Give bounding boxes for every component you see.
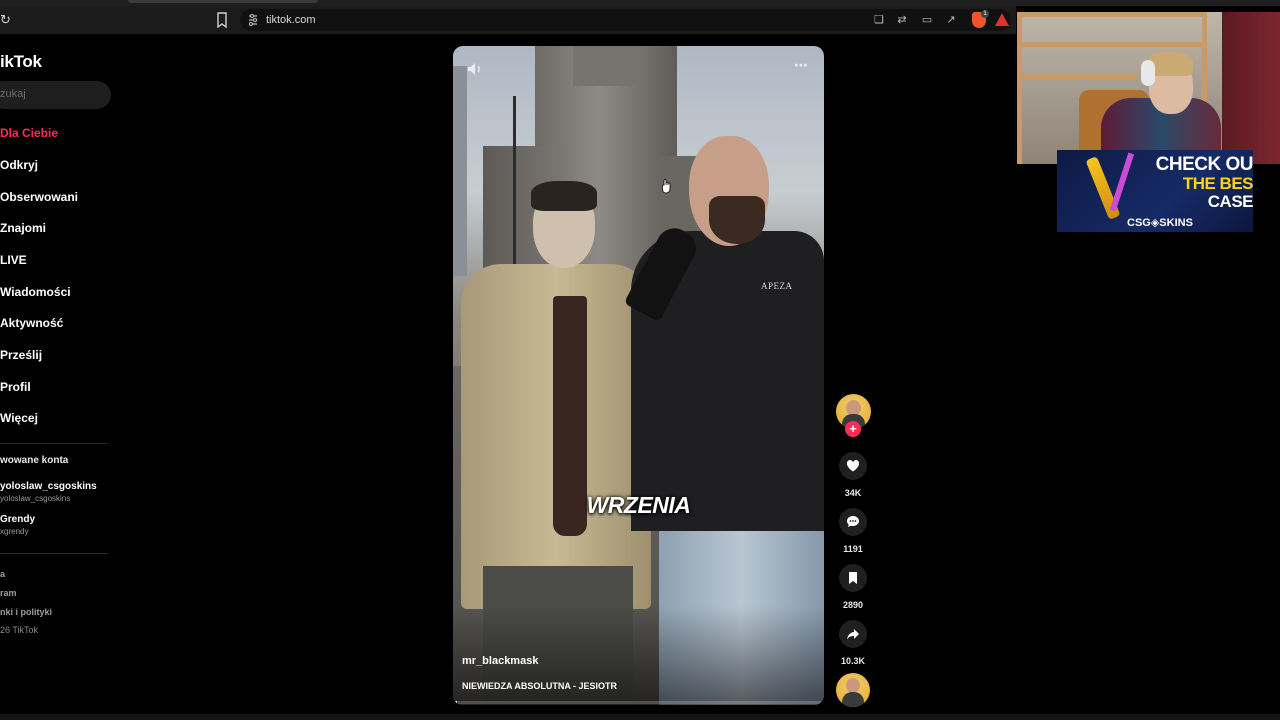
video-player[interactable]: APEZA WRZENIA ⋯ mr_blackmask NIEWIEDZA A… bbox=[453, 46, 824, 705]
video-progress-fill bbox=[453, 701, 457, 704]
followed-account-handle: xgrendy bbox=[0, 527, 29, 536]
follow-button[interactable]: + bbox=[845, 421, 861, 437]
disc-torso bbox=[842, 692, 864, 707]
ad-headline: CASE bbox=[1207, 192, 1253, 211]
video-scene bbox=[531, 181, 597, 211]
bookmark-icon[interactable] bbox=[216, 12, 228, 28]
address-bar[interactable]: tiktok.com ❏ ⇄ ▭ ↗ 1 bbox=[240, 9, 1010, 31]
heart-icon bbox=[846, 460, 860, 472]
site-info-icon[interactable] bbox=[247, 13, 259, 27]
nav-item-profile[interactable]: Profil bbox=[0, 380, 31, 394]
followed-accounts-title: wowane konta bbox=[0, 455, 69, 466]
disc-face bbox=[846, 678, 860, 693]
cast-icon[interactable]: ▭ bbox=[920, 13, 934, 27]
webcam-scene bbox=[1141, 60, 1155, 86]
video-author[interactable]: mr_blackmask bbox=[462, 655, 538, 667]
video-scene bbox=[709, 196, 765, 244]
webcam-scene bbox=[1222, 12, 1280, 164]
browser-toolbar: ↻ tiktok.com ❏ ⇄ ▭ ↗ 1 bbox=[0, 6, 1016, 34]
nav-item-activity[interactable]: Aktywność bbox=[0, 316, 63, 330]
nav-item-messages[interactable]: Wiadomości bbox=[0, 285, 71, 299]
followed-account-name[interactable]: Grendy bbox=[0, 514, 35, 525]
video-scene bbox=[573, 46, 639, 86]
followed-account-name[interactable]: yoloslaw_csgoskins bbox=[0, 481, 97, 492]
nav-item-friends[interactable]: Znajomi bbox=[0, 221, 46, 235]
reload-icon[interactable]: ↻ bbox=[0, 12, 14, 28]
brave-rewards-icon[interactable] bbox=[995, 13, 1009, 26]
url-text: tiktok.com bbox=[266, 14, 316, 26]
share-button[interactable] bbox=[839, 620, 867, 648]
active-tab-hint[interactable] bbox=[128, 0, 318, 3]
more-icon[interactable]: ⋯ bbox=[792, 58, 810, 74]
search-placeholder: zukaj bbox=[0, 88, 26, 100]
nav-item-explore[interactable]: Odkryj bbox=[0, 158, 38, 172]
video-scene bbox=[453, 66, 467, 276]
nav-item-more[interactable]: Więcej bbox=[0, 411, 38, 425]
search-input[interactable]: zukaj bbox=[0, 81, 111, 109]
followed-account-handle: yoloslaw_csgoskins bbox=[0, 494, 71, 503]
video-progress-bar[interactable] bbox=[453, 701, 824, 704]
sponsor-banner[interactable]: CHECK OU THE BES CASE CSG◈SKINS bbox=[1057, 150, 1253, 232]
mouse-cursor-icon bbox=[662, 179, 671, 194]
nav-item-upload[interactable]: Prześlij bbox=[0, 348, 42, 362]
share-count: 10.3K bbox=[840, 656, 866, 666]
webcam-scene bbox=[1017, 42, 1207, 47]
footer-link[interactable]: nki i polityki bbox=[0, 607, 52, 617]
ad-headline: THE BES bbox=[1182, 174, 1253, 193]
copyright-text: 26 TikTok bbox=[0, 625, 39, 635]
like-count: 34K bbox=[844, 488, 862, 498]
webcam-scene bbox=[1017, 74, 1137, 79]
save-button[interactable] bbox=[839, 564, 867, 592]
volume-icon[interactable] bbox=[467, 62, 483, 76]
nav-item-following[interactable]: Obserwowani bbox=[0, 190, 78, 204]
webcam-scene bbox=[1017, 12, 1022, 164]
webcam-scene bbox=[1017, 12, 1207, 17]
sidebar-divider bbox=[0, 443, 108, 444]
webcam-overlay bbox=[1017, 12, 1280, 164]
sidebar: ikTok zukaj Dla Ciebie Odkryj Obserwowan… bbox=[0, 34, 120, 720]
taskbar-edge bbox=[0, 714, 1280, 720]
nav-item-live[interactable]: LIVE bbox=[0, 253, 27, 267]
hoodie-brand-text: APEZA bbox=[761, 281, 793, 291]
reader-mode-icon[interactable]: ❏ bbox=[872, 13, 886, 27]
music-disc[interactable] bbox=[836, 673, 870, 707]
sidebar-divider bbox=[0, 553, 108, 554]
share-icon bbox=[847, 629, 859, 640]
ad-brand-logo: CSG◈SKINS bbox=[1127, 217, 1193, 229]
save-count: 2890 bbox=[842, 600, 864, 610]
comment-count: 1191 bbox=[843, 544, 863, 554]
share-icon[interactable]: ↗ bbox=[944, 13, 958, 27]
footer-link[interactable]: ram bbox=[0, 588, 17, 598]
nav-item-for-you[interactable]: Dla Ciebie bbox=[0, 126, 58, 140]
shield-count-badge: 1 bbox=[981, 10, 989, 18]
bookmark-icon bbox=[849, 572, 857, 584]
tiktok-logo[interactable]: ikTok bbox=[0, 52, 42, 72]
video-caption: NIEWIEDZA ABSOLUTNA - JESIOTR bbox=[462, 681, 617, 691]
webcam-scene bbox=[1202, 12, 1207, 102]
comment-button[interactable] bbox=[839, 508, 867, 536]
knife-graphic bbox=[1109, 152, 1135, 212]
translate-icon[interactable]: ⇄ bbox=[895, 13, 909, 27]
like-button[interactable] bbox=[839, 452, 867, 480]
video-subtitle: WRZENIA bbox=[586, 492, 691, 518]
ad-headline: CHECK OU bbox=[1155, 154, 1253, 175]
footer-link[interactable]: a bbox=[0, 569, 5, 579]
comment-icon bbox=[847, 516, 859, 527]
